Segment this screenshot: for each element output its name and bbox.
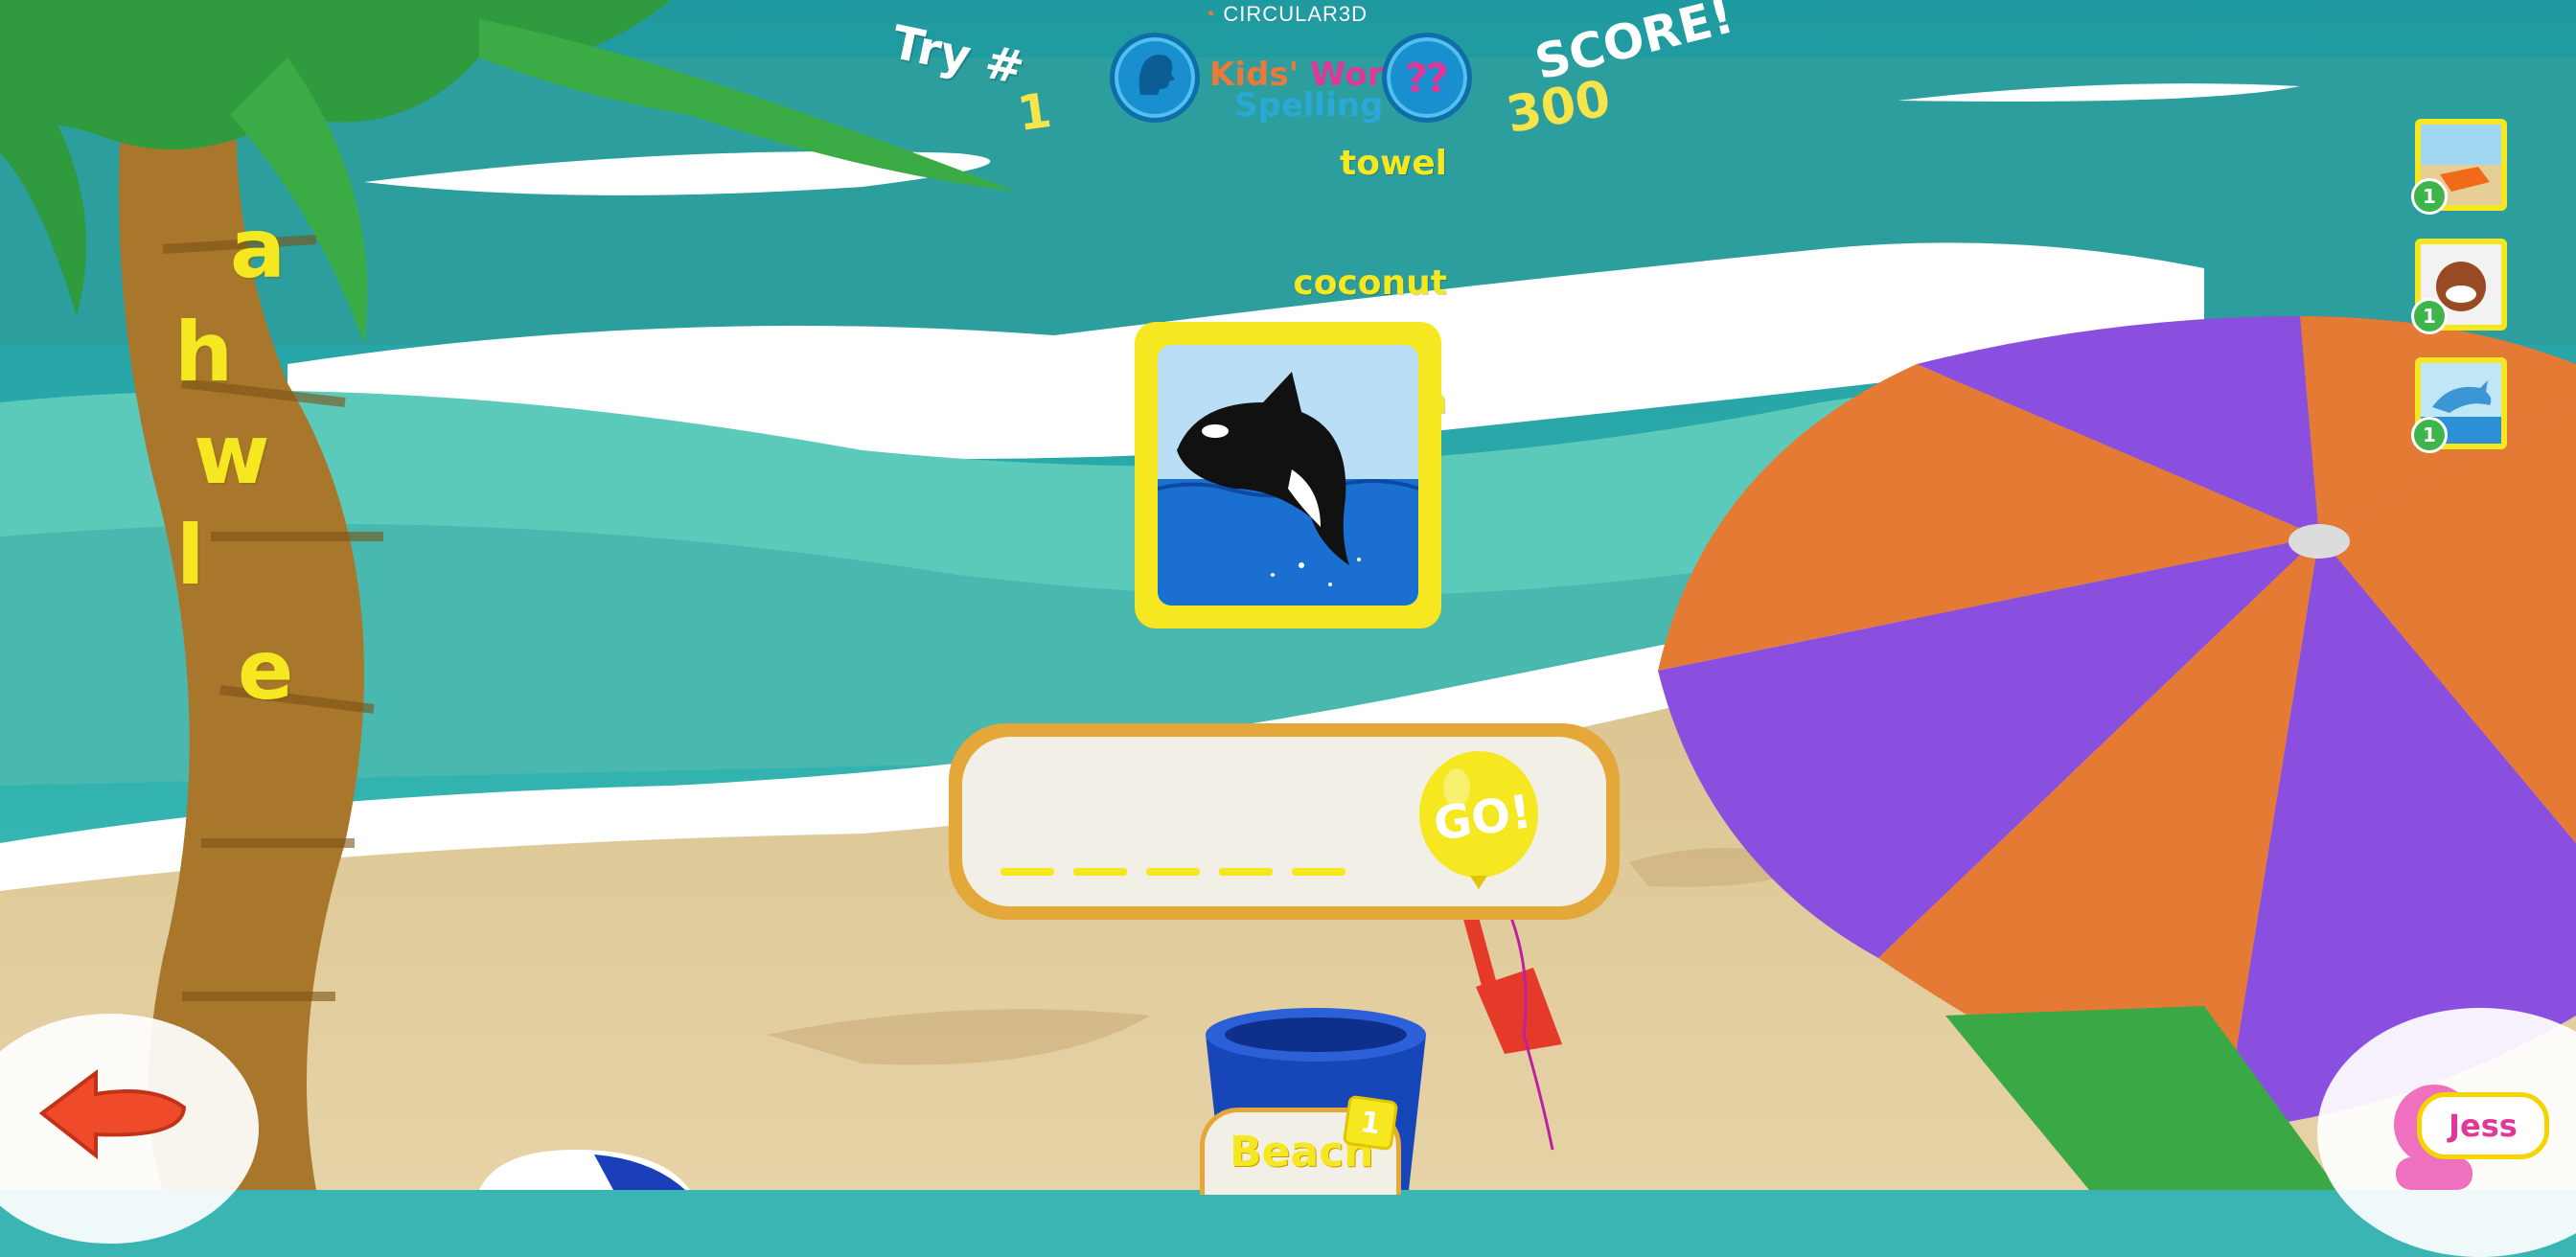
answer-blank-2: [1073, 868, 1127, 876]
brand-label: CIRCULAR3D: [1223, 2, 1368, 26]
go-balloon-button[interactable]: GO!: [1416, 751, 1541, 893]
answer-blank-3: [1146, 868, 1200, 876]
target-word-picture-card: [1135, 322, 1441, 628]
letter-tile-w[interactable]: w: [194, 407, 269, 503]
orca-whale-icon: [1158, 345, 1418, 606]
letter-tile-a[interactable]: a: [230, 201, 286, 297]
back-button[interactable]: [38, 1063, 192, 1160]
letter-tile-h[interactable]: h: [174, 305, 233, 400]
letter-tile-l[interactable]: l: [176, 508, 204, 604]
speak-word-button[interactable]: [1110, 33, 1200, 123]
question-mark-icon: ⁇: [1406, 54, 1448, 102]
letter-tile-e[interactable]: e: [238, 623, 293, 719]
towel-count-badge: 1: [2411, 178, 2448, 215]
answer-blank-1: [1000, 868, 1054, 876]
circular3d-brand: ◔ CIRCULAR3D: [1203, 2, 1368, 27]
answer-blank-5: [1292, 868, 1346, 876]
help-button[interactable]: ⁇: [1382, 33, 1472, 123]
picture-frame: [1158, 345, 1418, 606]
brand-logo-icon: ◔: [1203, 2, 1217, 26]
back-arrow-icon: [38, 1069, 187, 1160]
user-name-button[interactable]: Jess: [2417, 1092, 2549, 1159]
dolphin-count-badge: 1: [2411, 417, 2448, 453]
category-count-badge: 1: [1342, 1094, 1399, 1152]
logo-spelling: Spelling: [1234, 86, 1384, 125]
completed-word-coconut-label: coconut: [1293, 263, 1447, 303]
answer-blank-4: [1219, 868, 1273, 876]
coconut-count-badge: 1: [2411, 298, 2448, 334]
completed-word-towel-label: towel: [1340, 144, 1447, 183]
speaking-head-icon: [1131, 47, 1179, 108]
